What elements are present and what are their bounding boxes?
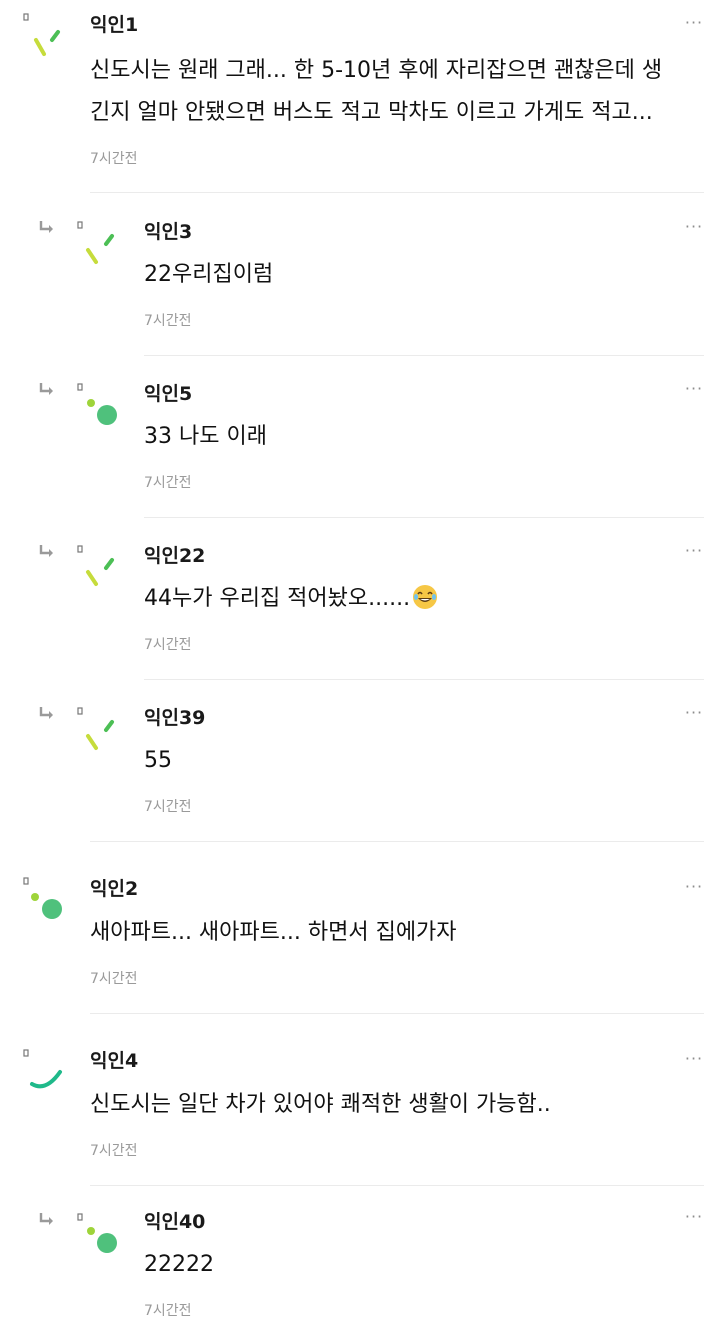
- more-dots-icon[interactable]: ···: [684, 1209, 704, 1226]
- reply-arrow-icon: [39, 545, 53, 557]
- comment-text-line: 55: [144, 748, 172, 773]
- smile-arc-avatar-icon[interactable]: [18, 1044, 74, 1100]
- comment-text: 44누가 우리집 적어놨오......: [144, 579, 438, 619]
- comment-text-line: 22우리집이럼: [144, 262, 274, 287]
- divider: [90, 192, 704, 193]
- more-dots-icon[interactable]: ···: [684, 705, 704, 722]
- laughing-tears-emoji-icon: [413, 585, 438, 609]
- slash-dash-avatar-icon[interactable]: [72, 218, 128, 274]
- slash-dash-avatar-icon[interactable]: [72, 542, 128, 598]
- comment-author[interactable]: 익인4: [90, 1052, 138, 1071]
- comment-text-line: 22222: [144, 1252, 214, 1277]
- comment-time: 7시간전: [144, 475, 192, 491]
- comment-item: 익인1 ··· 신도시는 원래 그래... 한 5-10년 후에 자리잡으면 괜…: [0, 0, 720, 193]
- more-dots-icon[interactable]: ···: [684, 879, 704, 896]
- slash-dash-avatar-icon[interactable]: [72, 704, 128, 760]
- comment-time: 7시간전: [90, 971, 138, 987]
- reply-item: 익인40 ··· 22222 7시간전: [0, 1186, 720, 1339]
- dot-circle-avatar-icon[interactable]: [72, 1210, 128, 1266]
- comment-author[interactable]: 익인5: [144, 385, 192, 404]
- comment-text-line: 신도시는 일단 차가 있어야 쾌적한 생활이 가능함..: [90, 1092, 551, 1117]
- more-dots-icon[interactable]: ···: [684, 15, 704, 32]
- reply-arrow-icon: [39, 707, 53, 719]
- comment-text-line: 44누가 우리집 적어놨오......: [144, 586, 411, 611]
- comment-text-line: 신도시는 원래 그래... 한 5-10년 후에 자리잡으면 괜찮은데 생: [90, 58, 663, 83]
- dot-circle-avatar-icon[interactable]: [18, 872, 74, 928]
- comment-author[interactable]: 익인39: [144, 709, 205, 728]
- comment-time: 7시간전: [144, 1303, 192, 1319]
- comment-time: 7시간전: [144, 637, 192, 653]
- comment-time: 7시간전: [144, 313, 192, 329]
- comment-text-line: 33 나도 이래: [144, 424, 267, 449]
- comment-item: 익인4 ··· 신도시는 일단 차가 있어야 쾌적한 생활이 가능함.. 7시간…: [0, 1014, 720, 1186]
- dot-circle-avatar-icon[interactable]: [72, 380, 128, 436]
- reply-item: 익인5 ··· 33 나도 이래 7시간전: [0, 356, 720, 518]
- comment-text-line: 새아파트... 새아파트... 하면서 집에가자: [90, 920, 457, 945]
- reply-item: 익인3 ··· 22우리집이럼 7시간전: [0, 194, 720, 356]
- comment-item: 익인2 ··· 새아파트... 새아파트... 하면서 집에가자 7시간전: [0, 842, 720, 1014]
- reply-item: 익인22 ··· 44누가 우리집 적어놨오...... 7시간전: [0, 518, 720, 680]
- comment-author[interactable]: 익인22: [144, 547, 205, 566]
- more-dots-icon[interactable]: ···: [684, 1051, 704, 1068]
- reply-arrow-icon: [39, 1213, 53, 1225]
- reply-item: 익인39 ··· 55 7시간전: [0, 680, 720, 842]
- more-dots-icon[interactable]: ···: [684, 219, 704, 236]
- comment-time: 7시간전: [90, 151, 138, 167]
- comment-text-line: 긴지 얼마 안됐으면 버스도 적고 막차도 이르고 가게도 적고...: [90, 100, 653, 125]
- more-dots-icon[interactable]: ···: [684, 381, 704, 398]
- comment-author[interactable]: 익인40: [144, 1213, 205, 1232]
- comment-time: 7시간전: [144, 799, 192, 815]
- comment-author[interactable]: 익인3: [144, 223, 192, 242]
- slash-dash-avatar-icon[interactable]: [18, 10, 74, 66]
- comment-time: 7시간전: [90, 1143, 138, 1159]
- comment-author[interactable]: 익인1: [90, 16, 138, 35]
- more-dots-icon[interactable]: ···: [684, 543, 704, 560]
- reply-arrow-icon: [39, 221, 53, 233]
- reply-arrow-icon: [39, 383, 53, 395]
- comment-author[interactable]: 익인2: [90, 880, 138, 899]
